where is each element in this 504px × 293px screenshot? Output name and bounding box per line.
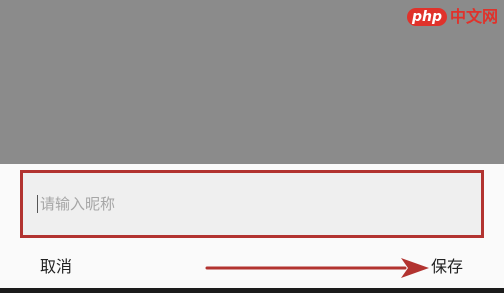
system-nav-bar [0, 288, 504, 293]
nickname-input-container[interactable] [20, 170, 484, 238]
watermark-logo-php: php [406, 8, 447, 26]
nickname-dialog: 取消 保存 [0, 164, 504, 288]
nickname-input[interactable] [40, 195, 440, 213]
text-caret [37, 195, 38, 213]
annotation-arrow-icon [205, 258, 429, 278]
site-watermark: php 中文网 [406, 4, 498, 30]
cancel-button[interactable]: 取消 [40, 257, 72, 277]
watermark-logo-text: 中文网 [449, 7, 498, 26]
save-button[interactable]: 保存 [431, 257, 463, 277]
